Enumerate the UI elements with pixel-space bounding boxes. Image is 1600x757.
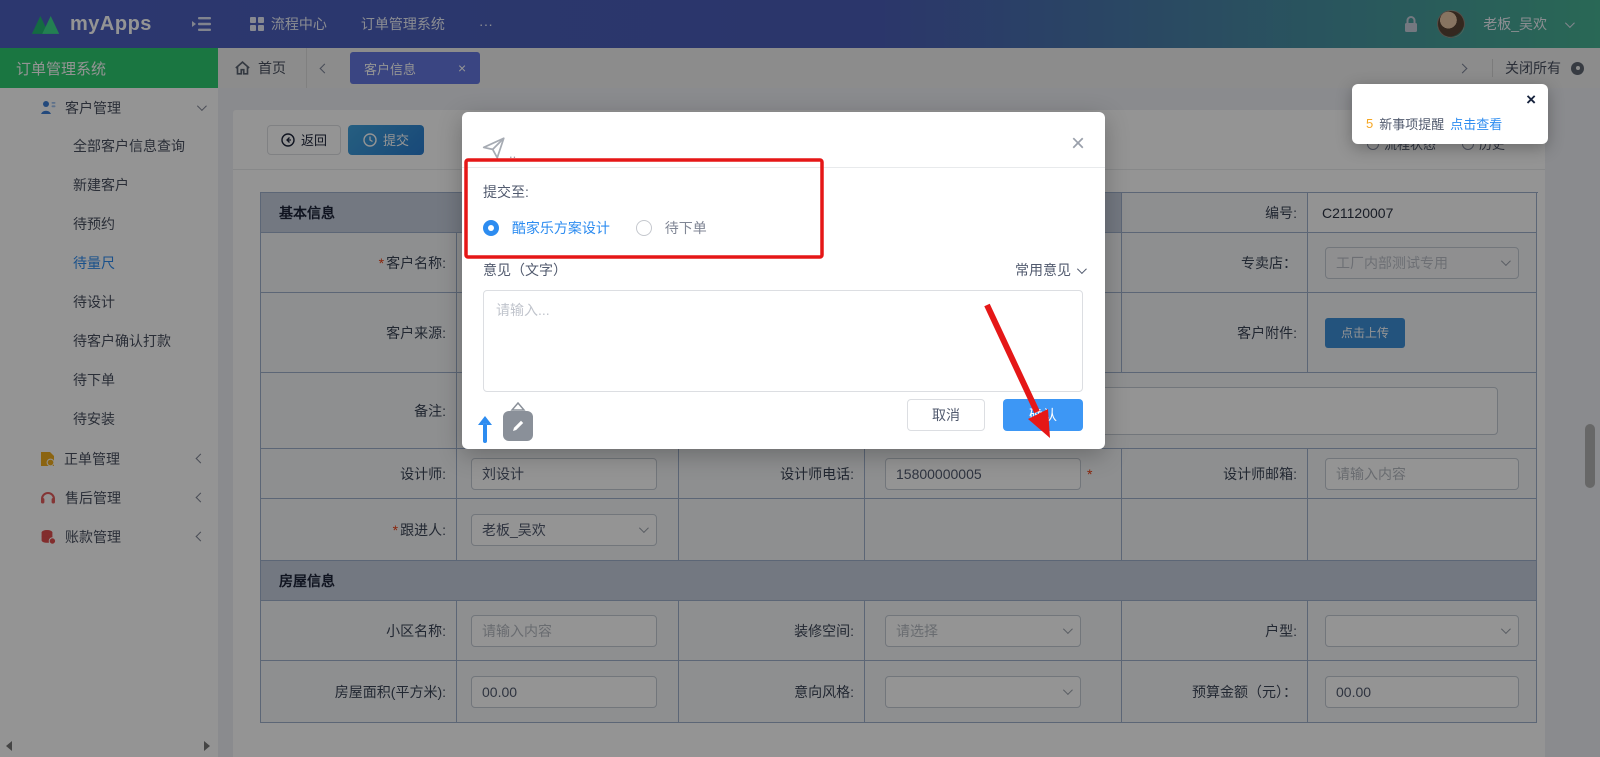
- opinion-textarea[interactable]: [483, 290, 1083, 392]
- dialog-title: ..: [509, 146, 517, 161]
- opinion-label: 意见（文字）: [483, 262, 567, 278]
- notification-message: 5 新事项提醒 点击查看: [1366, 114, 1502, 133]
- radio-selected-icon[interactable]: [483, 220, 499, 236]
- pointer-outline-icon: [510, 402, 526, 411]
- paper-plane-icon: [482, 137, 505, 159]
- app-root: myApps 流程中心 订单管理系统 ··· 老板_吴欢 订单管理系统 客户管理…: [0, 0, 1600, 757]
- chevron-down-icon: [1076, 263, 1087, 274]
- dialog-header: .. ×: [462, 112, 1105, 168]
- cancel-button[interactable]: 取消: [907, 399, 985, 431]
- submit-target-options: 酷家乐方案设计 待下单: [483, 218, 1084, 238]
- notification-view-link[interactable]: 点击查看: [1450, 114, 1502, 133]
- common-opinion-label: 常用意见: [1015, 262, 1071, 278]
- notification-count: 5: [1366, 116, 1374, 131]
- submit-dialog: .. × 提交至: 酷家乐方案设计 待下单 意见（文字） 常用意见 请输入...…: [462, 112, 1105, 449]
- notification-text: 新事项提醒: [1379, 117, 1445, 132]
- confirm-button[interactable]: 确认: [1003, 399, 1083, 431]
- radio-unselected-icon[interactable]: [635, 220, 652, 236]
- submit-to-label: 提交至:: [483, 184, 529, 200]
- keyboard-icon: [483, 423, 487, 443]
- option-pending-order-label: 待下单: [664, 220, 707, 236]
- option-kujiale[interactable]: 酷家乐方案设计: [483, 218, 610, 238]
- handwrite-input-button[interactable]: [503, 402, 533, 441]
- common-opinion-dropdown[interactable]: 常用意见: [1015, 260, 1087, 280]
- dialog-footer: 取消 确认: [907, 399, 1083, 431]
- keyboard-input-button[interactable]: [478, 416, 492, 443]
- dialog-close-icon[interactable]: ×: [1071, 131, 1085, 156]
- pencil-icon: [503, 411, 533, 441]
- option-kujiale-label: 酷家乐方案设计: [511, 220, 610, 236]
- opinion-row: 意见（文字） 常用意见: [483, 260, 1087, 280]
- notification-popup: × 5 新事项提醒 点击查看: [1352, 84, 1548, 144]
- notification-close-icon[interactable]: ×: [1526, 90, 1536, 110]
- option-pending-order[interactable]: 待下单: [635, 218, 707, 238]
